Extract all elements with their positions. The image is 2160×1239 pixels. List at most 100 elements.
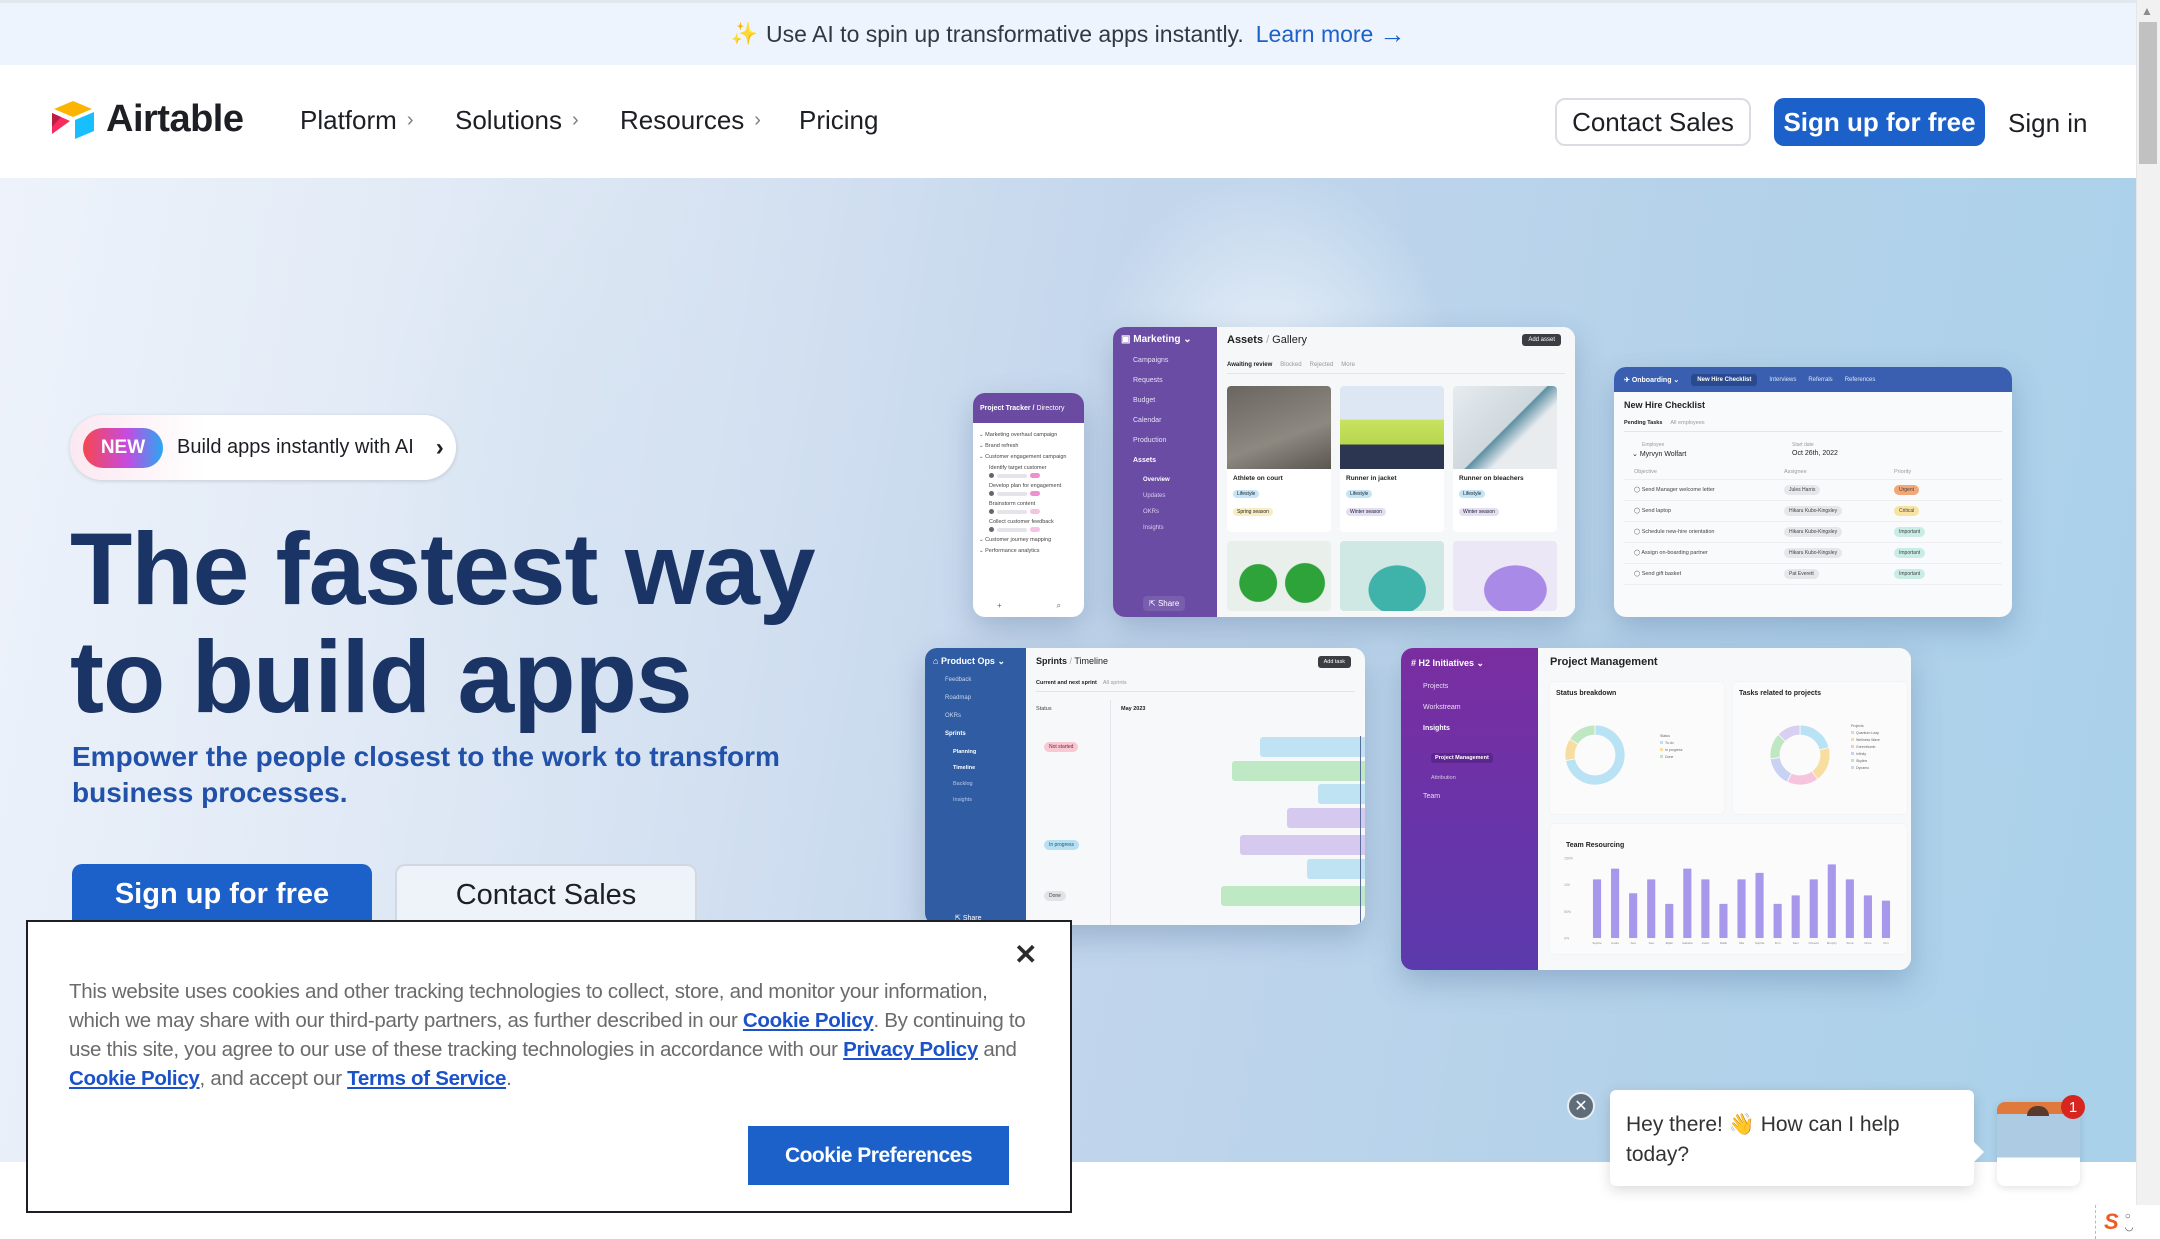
sidebar-item: Team [1423,793,1441,800]
crumb-a: Sprints [1036,656,1068,666]
marketing-main: Assets / Gallery Add asset Awaiting review… [1217,327,1575,617]
pt-item-label: Performance analytics [985,548,1040,554]
pt-subtitle: Directory [1036,405,1065,412]
airtable-logo-icon [52,100,94,139]
sidebar-item: Assets [1133,457,1156,464]
x-tick-label: Asa [1649,941,1655,945]
ime-indicator[interactable]: S ○ ◡ [2095,1205,2160,1239]
status-chip: In progress [1044,840,1080,850]
objective: Send Manager welcome letter [1641,487,1715,493]
nav-item-solutions[interactable]: Solutions › [455,105,579,136]
x-tick-label: Isabella [1682,941,1693,945]
x-tick-label: Andre [1611,941,1619,945]
hero-sign-up-button[interactable]: Sign up for free [72,864,372,924]
legend-item: Infinity [1851,752,1880,756]
announcement-text: Use AI to spin up transformative apps in… [766,20,1244,47]
scrollbar[interactable] [2136,0,2160,1239]
timeline-bar [1240,835,1365,855]
ime-status-icon: ○ ◡ [2124,1211,2134,1233]
column-header: Priority [1894,468,1912,475]
airtable-logo[interactable]: Airtable [50,98,244,141]
x-tick-label: Justin [1701,941,1709,945]
cookie-policy-link[interactable]: Cookie Policy [743,1009,874,1032]
tab: New Hire Checklist [1691,373,1758,386]
x-tick-label: Mia [1739,941,1744,945]
nav-item-platform[interactable]: Platform › [300,105,413,136]
table-row: ◯ Send Manager welcome letter Jules Harri… [1624,480,2002,501]
arrow-right-icon[interactable]: → [1379,19,1405,50]
onboarding-title: New Hire Checklist [1624,400,1706,410]
contact-sales-button[interactable]: Contact Sales [1555,98,1751,146]
tile-tag: Lifestyle [1233,490,1260,498]
sidebar-item: Roadmap [945,695,972,701]
tile-tag: Lifestyle [1459,490,1486,498]
bar [1755,872,1764,938]
sidebar-subitem: Timeline [953,765,976,771]
y-tick-label: 50% [1564,910,1571,914]
sidebar-item: Sprints [945,731,966,737]
sign-up-button[interactable]: Sign up for free [1774,98,1985,146]
sidebar-item: Feedback [945,677,972,683]
hero-contact-sales-button[interactable]: Contact Sales [395,864,697,924]
bar [1683,868,1692,938]
marketing-gallery-mockup: ▣ Marketing ⌄ Campaigns Requests Budget … [1113,327,1575,617]
nav-item-label: Pricing [799,105,879,135]
gallery-tile: Athlete on court Lifestyle Spring season [1227,386,1331,532]
team-resourcing-panel: Team Resourcing 0% 50% 100 150% Sophie Andre A… [1550,824,1907,954]
app-name: H2 Initiatives [1418,658,1475,668]
dashboard-title: Project Management [1550,656,1658,668]
onboarding-app-title: ✈ Onboarding ⌄ [1624,376,1680,384]
bar [1737,879,1746,938]
legend-swatch [1851,731,1854,734]
priority-badge: Important [1894,548,1926,558]
pt-item-label: Customer engagement campaign [985,454,1067,460]
sidebar-item: Budget [1133,397,1156,404]
assignee: Hikaru Kubo-Kingsley [1784,527,1843,537]
close-icon[interactable]: ✕ [1014,938,1037,971]
sign-in-link[interactable]: Sign in [2008,108,2088,139]
marketing-tabs: Awaiting review Blocked Rejected More [1227,362,1565,374]
cookie-policy-link-2[interactable]: Cookie Policy [69,1067,200,1090]
x-tick-label: Kim [1883,941,1889,945]
nav-item-pricing[interactable]: Pricing [799,105,878,136]
privacy-policy-link[interactable]: Privacy Policy [843,1038,978,1061]
legend-item: To do [1660,741,1683,745]
list-item: ⌄ Customer journey mapping [979,537,1052,543]
new-badge: NEW [83,427,163,468]
status-chip: Not started [1044,742,1079,752]
table-row: ◯ Send laptop Hikaru Kubo-Kingsley Critica… [1624,501,2002,522]
objective: Schedule new-hire orientation [1641,529,1715,535]
nav-item-label: Resources [620,105,745,135]
legend-label: Greenthumb [1856,745,1876,749]
pt-item-label: Collect customer feedback [989,519,1054,525]
learn-more-link[interactable]: Learn more [1256,21,1374,48]
tab: All sprints [1102,680,1127,686]
priority-badge: Important [1894,569,1926,579]
terms-of-service-link[interactable]: Terms of Service [347,1067,506,1090]
pt-item-label: Marketing overhaul campaign [985,432,1058,438]
headline-line-1: The fastest way [70,512,816,626]
bar [1791,895,1800,938]
legend-swatch [1851,738,1854,741]
legend-swatch [1851,752,1854,755]
cookie-text: This website uses cookies and other trac… [69,977,1029,1093]
nav-item-resources[interactable]: Resources › [620,105,761,136]
cookie-preferences-button[interactable]: Cookie Preferences [748,1126,1009,1185]
pt-item-label: Develop plan for engagement [989,483,1062,489]
y-tick-label: 0% [1564,937,1569,941]
new-feature-pill[interactable]: NEW Build apps instantly with AI › [70,415,456,480]
sidebar-subitem: OKRs [1143,509,1160,515]
breadcrumb: Sprints / Timeline [1036,656,1109,666]
status-legend: Status To do In progress Done [1660,734,1683,762]
chat-close-icon[interactable]: ✕ [1567,1092,1595,1120]
table-header: Objective Assignee Priority [1624,464,2002,480]
scrollbar-thumb[interactable] [2139,22,2157,164]
projects-donut-chart [1769,724,1831,786]
timeline-bar [1287,808,1365,828]
priority-badge: Urgent [1894,485,1920,495]
scroll-up-arrow-icon[interactable]: ▲ [2141,4,2153,18]
chat-message-bubble[interactable]: Hey there! 👋 How can I help today? [1610,1090,1984,1186]
sidebar-item: Insights [1423,725,1450,732]
tile-tag: Lifestyle [1346,490,1373,498]
legend-item: In progress [1660,748,1683,752]
